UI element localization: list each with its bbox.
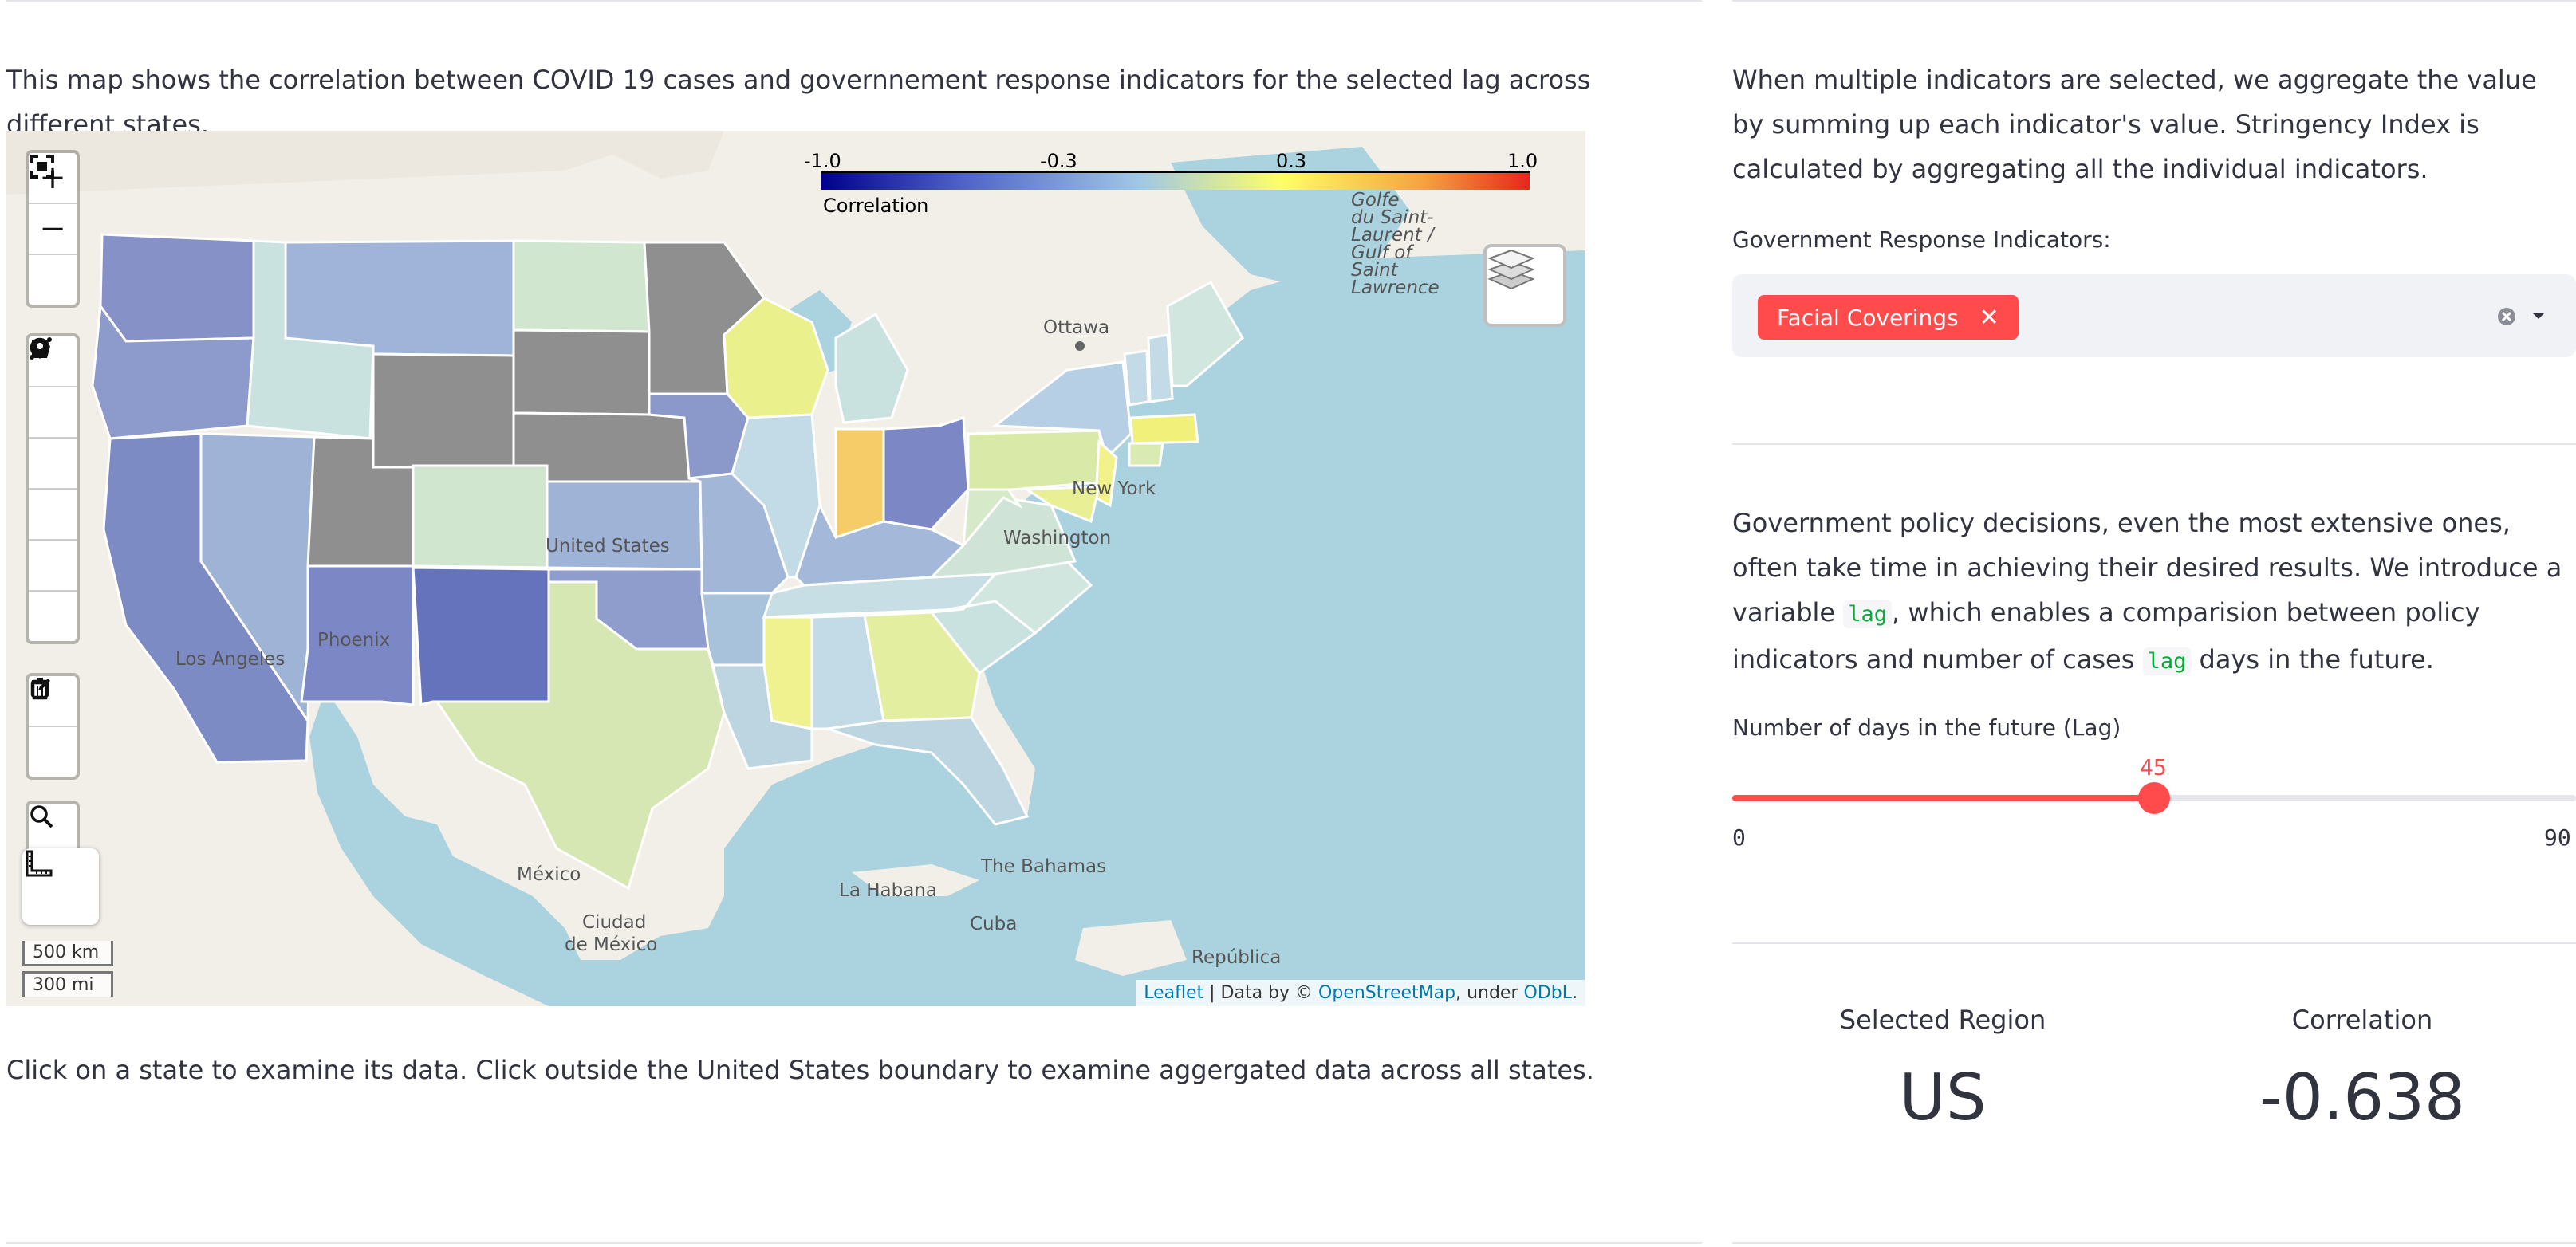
place-united-states: United States bbox=[546, 536, 670, 557]
scale-mi: 300 mi bbox=[22, 971, 113, 997]
state-mississippi[interactable] bbox=[762, 616, 813, 730]
fullscreen-icon bbox=[30, 155, 54, 179]
zoom-out-button[interactable]: − bbox=[29, 204, 77, 255]
lag-slider-fill bbox=[1732, 795, 2154, 801]
lag-text-3: days in the future. bbox=[2199, 644, 2434, 675]
lag-slider-max: 90 bbox=[2544, 824, 2571, 851]
search-button[interactable] bbox=[29, 804, 77, 853]
lag-slider-min: 0 bbox=[1732, 824, 1746, 851]
zoom-control: + − bbox=[26, 150, 80, 308]
place-la-habana: La Habana bbox=[839, 880, 937, 901]
state-connecticut[interactable] bbox=[1128, 442, 1164, 467]
state-arkansas[interactable] bbox=[700, 592, 774, 667]
state-new-mexico[interactable] bbox=[412, 566, 550, 706]
correlation-label: Correlation bbox=[2291, 1005, 2433, 1035]
layers-control-button[interactable] bbox=[1483, 244, 1566, 327]
scale-km: 500 km bbox=[22, 941, 113, 966]
indicators-label: Government Response Indicators: bbox=[1732, 226, 2111, 253]
legend-tick-1: -1.0 bbox=[804, 150, 841, 172]
place-new-york: New York bbox=[1072, 478, 1156, 499]
leaflet-link[interactable]: Leaflet bbox=[1144, 983, 1203, 1003]
lag-slider-value: 45 bbox=[2140, 754, 2167, 781]
odbl-link[interactable]: ODbL bbox=[1524, 983, 1572, 1003]
place-ottawa: Ottawa bbox=[1043, 317, 1109, 338]
state-south-dakota[interactable] bbox=[512, 328, 651, 416]
indicator-tag-label: Facial Coverings bbox=[1777, 304, 1959, 331]
attribution-under: , under bbox=[1455, 983, 1524, 1003]
lag-code-1: lag bbox=[1843, 600, 1893, 628]
map-canvas: Ottawa New York Washington United States… bbox=[6, 131, 1585, 1006]
place-republica: República bbox=[1191, 947, 1281, 968]
state-massachusetts[interactable] bbox=[1129, 413, 1199, 445]
legend-tick-4: 1.0 bbox=[1507, 150, 1538, 172]
aggregation-description: When multiple indicators are selected, w… bbox=[1732, 65, 2537, 184]
state-wyoming[interactable] bbox=[372, 352, 515, 469]
legend-colorbar bbox=[821, 172, 1530, 190]
draw-circle-button[interactable] bbox=[29, 339, 77, 541]
map-attribution: Leaflet | Data by © OpenStreetMap, under… bbox=[1136, 980, 1585, 1006]
place-washington: Washington bbox=[1003, 528, 1111, 549]
draw-circlemarker-button[interactable] bbox=[29, 337, 77, 641]
bottom-divider-right bbox=[1732, 1242, 2576, 1244]
state-washington[interactable] bbox=[99, 233, 255, 343]
clear-all-icon[interactable] bbox=[2496, 306, 2517, 327]
lag-slider-label: Number of days in the future (Lag) bbox=[1732, 714, 2121, 741]
lag-slider[interactable] bbox=[1732, 782, 2576, 814]
section-divider-1 bbox=[1732, 443, 2576, 445]
attribution-data-by: | Data by © bbox=[1203, 983, 1319, 1003]
top-divider-right bbox=[1732, 0, 2576, 2]
ottawa-marker bbox=[1075, 341, 1085, 351]
edit-toolbar bbox=[26, 673, 80, 780]
state-indiana[interactable] bbox=[834, 427, 885, 540]
draw-rectangle-button[interactable] bbox=[29, 340, 77, 490]
osm-link[interactable]: OpenStreetMap bbox=[1318, 983, 1455, 1003]
place-phoenix: Phoenix bbox=[317, 630, 390, 651]
chevron-down-icon[interactable] bbox=[2530, 309, 2547, 322]
draw-marker-button[interactable] bbox=[29, 338, 77, 592]
correlation-value: -0.638 bbox=[2259, 1060, 2465, 1135]
top-divider-left bbox=[6, 0, 1702, 2]
lag-slider-thumb[interactable] bbox=[2138, 782, 2170, 814]
legend-tick-3: 0.3 bbox=[1276, 150, 1306, 172]
section-divider-2 bbox=[1732, 942, 2576, 944]
map-instructions: Click on a state to examine its data. Cl… bbox=[6, 1055, 1594, 1085]
legend-tick-2: -0.3 bbox=[1040, 150, 1077, 172]
choropleth-map[interactable]: Ottawa New York Washington United States… bbox=[6, 131, 1585, 1006]
place-cuba: Cuba bbox=[970, 914, 1017, 934]
place-ciudad: Ciudad bbox=[582, 912, 646, 933]
bottom-divider-left bbox=[6, 1242, 1702, 1244]
state-colorado[interactable] bbox=[412, 464, 549, 569]
place-bahamas: The Bahamas bbox=[980, 856, 1106, 877]
fullscreen-button[interactable] bbox=[29, 155, 77, 305]
ruler-icon bbox=[26, 850, 53, 877]
draw-toolbar bbox=[26, 333, 80, 644]
draw-polygon-button[interactable] bbox=[29, 339, 77, 439]
remove-tag-icon[interactable]: ✕ bbox=[1979, 304, 1999, 332]
state-vermont[interactable] bbox=[1123, 349, 1150, 407]
lag-description: Government policy decisions, even the mo… bbox=[1732, 501, 2574, 684]
place-de-mexico: de México bbox=[565, 934, 657, 955]
place-gulf-6: Lawrence bbox=[1351, 277, 1440, 298]
circle-marker-icon bbox=[30, 337, 50, 358]
attribution-end: . bbox=[1572, 983, 1578, 1003]
place-mexico: México bbox=[517, 864, 581, 885]
state-north-dakota[interactable] bbox=[512, 239, 651, 333]
measure-button[interactable] bbox=[22, 848, 99, 925]
lag-code-2: lag bbox=[2142, 647, 2192, 675]
layers-icon bbox=[1487, 249, 1535, 290]
search-icon bbox=[30, 805, 53, 828]
delete-layers-button[interactable] bbox=[29, 678, 77, 777]
selected-region-value: US bbox=[1899, 1060, 1987, 1135]
legend-title: Correlation bbox=[823, 195, 928, 217]
indicator-tag: Facial Coverings ✕ bbox=[1758, 295, 2019, 340]
trash-icon bbox=[32, 678, 48, 700]
place-los-angeles: Los Angeles bbox=[175, 649, 285, 670]
state-montana[interactable] bbox=[284, 239, 518, 357]
land-hispaniola bbox=[1075, 920, 1187, 976]
selected-region-label: Selected Region bbox=[1839, 1005, 2046, 1035]
indicators-multiselect[interactable]: Facial Coverings ✕ bbox=[1732, 274, 2576, 357]
